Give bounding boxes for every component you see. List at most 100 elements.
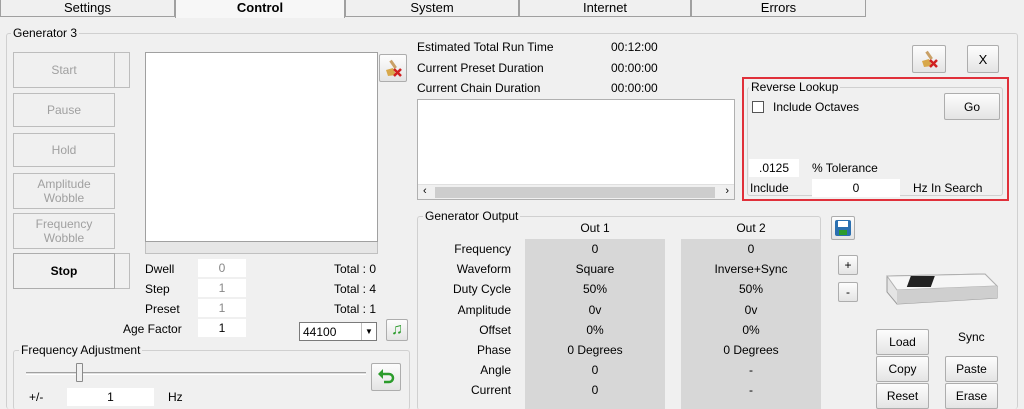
out2-cell: Inverse+Sync — [714, 262, 788, 276]
tab-control[interactable]: Control — [175, 0, 345, 18]
play-tone-button[interactable]: ♫ — [386, 319, 408, 341]
out1-cell: Square — [575, 262, 615, 276]
sync-label: Sync — [958, 330, 985, 344]
dwell-total: Total : 0 — [334, 262, 377, 276]
hold-button[interactable]: Hold — [13, 133, 115, 167]
out2-cell: - — [749, 363, 753, 377]
go-button[interactable]: Go — [944, 93, 1000, 120]
undo-button[interactable] — [371, 363, 401, 391]
paste-button[interactable]: Paste — [945, 356, 998, 382]
stop-button-edge — [115, 253, 130, 289]
scroll-right-icon[interactable]: › — [725, 185, 729, 197]
estimated-total-label: Estimated Total Run Time — [417, 40, 554, 54]
out1-cell: 50% — [582, 282, 608, 296]
preset-duration-value: 00:00:00 — [611, 61, 658, 75]
program-list-scrollbar[interactable] — [145, 242, 378, 254]
increment-button[interactable]: + — [838, 255, 858, 275]
out1-cell: 0 — [591, 242, 599, 256]
sample-rate-select[interactable]: 44100 ▼ — [299, 322, 377, 341]
frequency-step-input[interactable]: 1 — [67, 388, 154, 406]
save-disk-icon — [835, 220, 851, 236]
clear-all-button[interactable] — [912, 45, 946, 73]
amplitude-wobble-button[interactable]: Amplitude Wobble — [13, 173, 115, 209]
output-row-label: Phase — [476, 343, 511, 357]
chain-duration-value: 00:00:00 — [611, 81, 658, 95]
output-row-label: Angle — [480, 363, 511, 377]
generator-device-icon — [886, 273, 999, 305]
chain-duration-label: Current Chain Duration — [417, 81, 541, 95]
undo-arrow-icon — [378, 369, 395, 384]
out1-cell: 0 — [591, 363, 599, 377]
stop-button[interactable]: Stop — [13, 253, 115, 289]
dwell-value: 0 — [198, 259, 246, 277]
clear-list-button[interactable] — [379, 54, 407, 82]
tab-errors[interactable]: Errors — [691, 0, 866, 17]
save-output-button[interactable] — [831, 216, 855, 240]
frequency-slider-thumb[interactable] — [76, 363, 83, 382]
preset-total: Total : 1 — [334, 302, 377, 316]
out1-cell: 0 — [591, 383, 599, 397]
load-button[interactable]: Load — [876, 329, 929, 355]
out2-cell: 0v — [744, 303, 758, 317]
estimated-total-value: 00:12:00 — [611, 40, 658, 54]
age-factor-input[interactable]: 1 — [198, 319, 246, 337]
reset-button[interactable]: Reset — [876, 383, 929, 409]
chevron-down-icon: ▼ — [361, 323, 376, 340]
pause-button[interactable]: Pause — [13, 93, 115, 127]
output-row-label: Duty Cycle — [452, 282, 511, 296]
include-octaves-label: Include Octaves — [773, 100, 860, 114]
out1-cell: 0v — [588, 303, 602, 317]
preset-label: Preset — [145, 302, 180, 316]
output-row-label: Offset — [479, 323, 511, 337]
tolerance-label: % Tolerance — [812, 161, 878, 175]
frequency-unit: Hz — [168, 390, 183, 404]
output-row-label: Amplitude — [457, 303, 511, 317]
out2-cell: 0 Degrees — [723, 343, 779, 357]
out2-cell: 0% — [742, 323, 760, 337]
include-label: Include — [750, 181, 789, 195]
dwell-label: Dwell — [145, 262, 175, 276]
hz-in-search-label: Hz In Search — [913, 181, 983, 195]
frequency-wobble-button[interactable]: Frequency Wobble — [13, 213, 115, 249]
out1-cell: 0 Degrees — [567, 343, 623, 357]
preset-value: 1 — [198, 299, 246, 317]
scroll-left-icon[interactable]: ‹ — [423, 185, 427, 197]
program-list[interactable] — [145, 52, 378, 242]
preset-duration-label: Current Preset Duration — [417, 61, 544, 75]
out2-header: Out 2 — [736, 221, 766, 235]
out1-header: Out 1 — [580, 221, 610, 235]
plusminus-label: +/- — [29, 390, 44, 404]
output-row-label: Waveform — [456, 262, 511, 276]
erase-button[interactable]: Erase — [945, 383, 998, 409]
generator-output-title: Generator Output — [423, 209, 521, 223]
include-octaves-checkbox[interactable] — [752, 101, 764, 113]
broom-clear-icon — [386, 59, 402, 77]
chain-list[interactable]: ‹ › — [417, 99, 735, 200]
step-label: Step — [145, 282, 170, 296]
step-value: 1 — [198, 279, 246, 297]
tab-settings[interactable]: Settings — [0, 0, 175, 17]
age-factor-label: Age Factor — [123, 322, 182, 336]
tab-system[interactable]: System — [345, 0, 519, 17]
copy-button[interactable]: Copy — [876, 356, 929, 382]
device-image — [881, 270, 1001, 308]
frequency-adjustment-title: Frequency Adjustment — [19, 343, 143, 357]
include-hz-input[interactable]: 0 — [812, 179, 900, 197]
out2-cell: - — [749, 383, 753, 397]
tab-internet[interactable]: Internet — [519, 0, 691, 17]
close-button[interactable]: X — [967, 45, 999, 73]
sample-rate-value: 44100 — [303, 325, 337, 339]
output-row-label: Frequency — [454, 242, 511, 256]
tab-bar: Settings Control System Internet Errors — [0, 0, 1024, 18]
out2-cell: 0 — [747, 242, 755, 256]
start-button[interactable]: Start — [13, 52, 115, 88]
scrollbar-thumb[interactable] — [435, 187, 715, 198]
music-note-icon: ♫ — [391, 321, 403, 338]
reverse-lookup-title: Reverse Lookup — [749, 80, 841, 94]
out1-cell: 0% — [586, 323, 604, 337]
tolerance-input[interactable]: .0125 — [749, 159, 799, 177]
generator-title: Generator 3 — [11, 26, 80, 40]
decrement-button[interactable]: - — [838, 282, 858, 302]
start-button-edge — [115, 52, 130, 88]
chain-list-hscrollbar[interactable]: ‹ › — [418, 184, 734, 199]
